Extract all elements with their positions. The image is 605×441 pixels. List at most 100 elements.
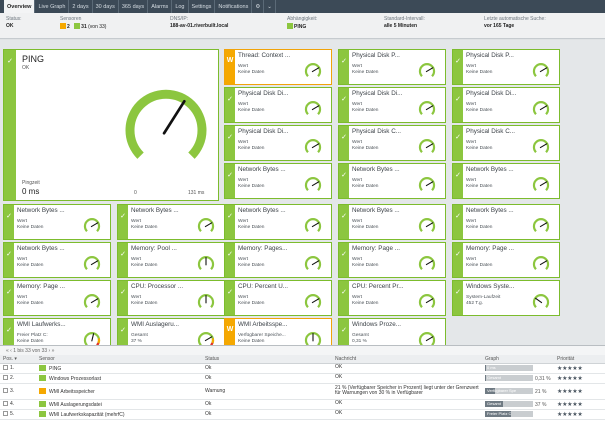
tab-item[interactable]: 2 days bbox=[69, 0, 93, 13]
sensor-tile[interactable]: ✓ Memory: Page ... Wert Keine Daten bbox=[3, 280, 111, 316]
ok-status-stripe: ✓ bbox=[453, 205, 463, 239]
row-sensor-link[interactable]: WMI Laufwerkskapazität (mehrfC) bbox=[49, 412, 125, 418]
mini-gauge-icon bbox=[304, 294, 322, 308]
ok-status-stripe: ✓ bbox=[339, 50, 349, 84]
row-sensor-link[interactable]: PING bbox=[49, 366, 61, 372]
sensor-tile[interactable]: ✓ Memory: Page ... Wert Keine Daten bbox=[338, 242, 446, 278]
priority-stars-icon[interactable]: ★★★★★ bbox=[557, 366, 583, 372]
tab-item[interactable]: Live Graph bbox=[35, 0, 70, 13]
check-icon: ✓ bbox=[6, 327, 12, 334]
sensor-tile[interactable]: ✓ Network Bytes ... Wert Keine Daten bbox=[452, 204, 560, 240]
sensor-tile-body: Network Bytes ... Wert Keine Daten bbox=[349, 164, 445, 198]
sensor-tile[interactable]: ✓ Physical Disk Di... Wert Keine Daten bbox=[338, 87, 446, 123]
ping-sensor-tile[interactable]: ✓ PING OK Pingzeit 0 ms 0 131 ms bbox=[3, 49, 219, 201]
table-row[interactable]: 3. WMI Arbeitsspeicher Warnung 21 % (Verfüg… bbox=[0, 383, 605, 400]
check-icon: ✓ bbox=[120, 251, 126, 258]
row-sensor-link[interactable]: WMI Auslagerungsdatei bbox=[49, 402, 102, 408]
table-header-cell[interactable]: Nachricht bbox=[332, 355, 482, 364]
row-sensor-link[interactable]: WMI Arbeitsspeicher bbox=[49, 389, 95, 395]
table-header-cell[interactable]: Priorität bbox=[554, 355, 605, 364]
row-graph-bar: Gesamt bbox=[485, 400, 533, 407]
tab-item[interactable]: Overview bbox=[4, 0, 36, 13]
tab-item[interactable]: 365 days bbox=[119, 0, 149, 13]
gauge-arc bbox=[418, 218, 436, 232]
mini-gauge-icon bbox=[83, 256, 101, 270]
row-graph-percent: 37 % bbox=[535, 401, 547, 408]
sensor-tile[interactable]: ✓ Physical Disk Di... Wert Keine Daten bbox=[452, 87, 560, 123]
row-status: Ok bbox=[202, 409, 332, 420]
tab-item[interactable]: ⌄ bbox=[264, 0, 276, 13]
sensors-ok-count[interactable]: 31 bbox=[81, 24, 87, 30]
table-row[interactable]: 2. Windows Prozessorlast Ok OK Gesamt 0,31 % ★… bbox=[0, 373, 605, 384]
row-checkbox[interactable] bbox=[3, 411, 8, 416]
table-row[interactable]: 4. WMI Auslagerungsdatei Ok OK Gesamt 37 % ★★★… bbox=[0, 399, 605, 410]
sensor-tile[interactable]: ✓ Physical Disk C... Wert Keine Daten bbox=[452, 125, 560, 161]
warning-count-icon bbox=[60, 23, 66, 29]
row-message-cell: 21 % (Verfügbarer Speicher in Prozent) l… bbox=[332, 383, 482, 400]
sensor-tile[interactable]: ✓ Memory: Pages... Wert Keine Daten bbox=[224, 242, 332, 278]
sensor-tile[interactable]: ✓ CPU: Processor ... Wert Keine Daten bbox=[117, 280, 225, 316]
sensor-status-icon bbox=[39, 374, 46, 381]
sensor-tile-title: Network Bytes ... bbox=[131, 207, 179, 214]
sensor-tile[interactable]: ✓ Physical Disk C... Wert Keine Daten bbox=[338, 125, 446, 161]
check-icon: ✓ bbox=[455, 213, 461, 220]
mini-gauge-icon bbox=[418, 177, 436, 191]
sensor-tile[interactable]: W Thread: Context ... Wert Keine Daten bbox=[224, 49, 332, 85]
ok-status-stripe: ✓ bbox=[225, 205, 235, 239]
priority-stars-icon[interactable]: ★★★★★ bbox=[557, 412, 583, 418]
sensor-tile[interactable]: ✓ Network Bytes ... Wert Keine Daten bbox=[3, 204, 111, 240]
tab-item[interactable]: 30 days bbox=[93, 0, 119, 13]
gauge-arc bbox=[304, 256, 322, 270]
dependency-value[interactable]: PING bbox=[294, 24, 306, 30]
sensor-tile-title: Memory: Pages... bbox=[238, 245, 288, 252]
sensor-tile[interactable]: ✓ Physical Disk Di... Wert Keine Daten bbox=[224, 125, 332, 161]
table-body: 1. PING Ok OK 0 ms ★★★★★ 2. Windows Prozessorla… bbox=[0, 363, 605, 420]
tab-item[interactable]: Notifications bbox=[215, 0, 253, 13]
sensor-tile[interactable]: ✓ Network Bytes ... Wert Keine Daten bbox=[338, 204, 446, 240]
sensor-tile-body: Memory: Page ... Wert Keine Daten bbox=[14, 281, 110, 315]
table-pager[interactable]: « ‹ 1 bis 33 von 33 › » bbox=[0, 346, 605, 355]
sensor-tile[interactable]: ✓ Network Bytes ... Wert Keine Daten bbox=[117, 204, 225, 240]
sensor-tile[interactable]: ✓ Windows Syste... System-Laufzeit 452 T.g. bbox=[452, 280, 560, 316]
tab-item[interactable]: ⚙ bbox=[252, 0, 265, 13]
tab-item[interactable]: Log bbox=[172, 0, 189, 13]
check-icon: ✓ bbox=[227, 289, 233, 296]
priority-stars-icon[interactable]: ★★★★★ bbox=[557, 376, 583, 382]
sensor-tile[interactable]: ✓ Memory: Page ... Wert Keine Daten bbox=[452, 242, 560, 278]
row-checkbox[interactable] bbox=[3, 401, 8, 406]
check-icon: ✓ bbox=[227, 172, 233, 179]
table-row[interactable]: 1. PING Ok OK 0 ms ★★★★★ bbox=[0, 363, 605, 374]
row-priority-cell: ★★★★★ bbox=[554, 409, 605, 420]
table-header-cell[interactable]: Pos. ▾ bbox=[0, 355, 36, 364]
priority-stars-icon[interactable]: ★★★★★ bbox=[557, 389, 583, 395]
sensor-tile[interactable]: ✓ Network Bytes ... Wert Keine Daten bbox=[224, 163, 332, 199]
sensor-tile-body: CPU: Processor ... Wert Keine Daten bbox=[128, 281, 224, 315]
dependency-value-wrap[interactable]: PING bbox=[287, 23, 317, 31]
sensor-tile[interactable]: ✓ Physical Disk Di... Wert Keine Daten bbox=[224, 87, 332, 123]
row-message: OK bbox=[335, 364, 343, 371]
sensor-tile[interactable]: ✓ Network Bytes ... Wert Keine Daten bbox=[452, 163, 560, 199]
tab-item[interactable]: Settings bbox=[189, 0, 216, 13]
table-header-cell[interactable]: Sensor bbox=[36, 355, 202, 364]
priority-stars-icon[interactable]: ★★★★★ bbox=[557, 402, 583, 408]
sensor-tile[interactable]: ✓ Network Bytes ... Wert Keine Daten bbox=[224, 204, 332, 240]
check-icon: ✓ bbox=[6, 289, 12, 296]
sensor-tile[interactable]: ✓ Network Bytes ... Wert Keine Daten bbox=[3, 242, 111, 278]
ok-status-stripe: ✓ bbox=[4, 243, 14, 277]
sensor-tile[interactable]: ✓ Physical Disk P... Wert Keine Daten bbox=[452, 49, 560, 85]
row-checkbox[interactable] bbox=[3, 365, 8, 370]
sensor-tile[interactable]: ✓ Physical Disk P... Wert Keine Daten bbox=[338, 49, 446, 85]
table-header-cell[interactable]: Status bbox=[202, 355, 332, 364]
row-checkbox[interactable] bbox=[3, 375, 8, 380]
tab-item[interactable]: Alarms bbox=[148, 0, 173, 13]
sensors-warn-count[interactable]: 2 bbox=[67, 24, 70, 30]
sensor-tile[interactable]: ✓ CPU: Percent Pr... Wert Keine Daten bbox=[338, 280, 446, 316]
row-sensor-link[interactable]: Windows Prozessorlast bbox=[49, 376, 101, 382]
sensor-tile[interactable]: ✓ Network Bytes ... Wert Keine Daten bbox=[338, 163, 446, 199]
sensor-tile[interactable]: ✓ Memory: Pool ... Wert Keine Daten bbox=[117, 242, 225, 278]
row-checkbox[interactable] bbox=[3, 388, 8, 393]
sensor-tile[interactable]: ✓ CPU: Percent U... Wert Keine Daten bbox=[224, 280, 332, 316]
ok-status-stripe: ✓ bbox=[453, 50, 463, 84]
table-row[interactable]: 5. WMI Laufwerkskapazität (mehrfC) Ok OK Fre… bbox=[0, 409, 605, 420]
table-header-cell[interactable]: Graph bbox=[482, 355, 554, 364]
